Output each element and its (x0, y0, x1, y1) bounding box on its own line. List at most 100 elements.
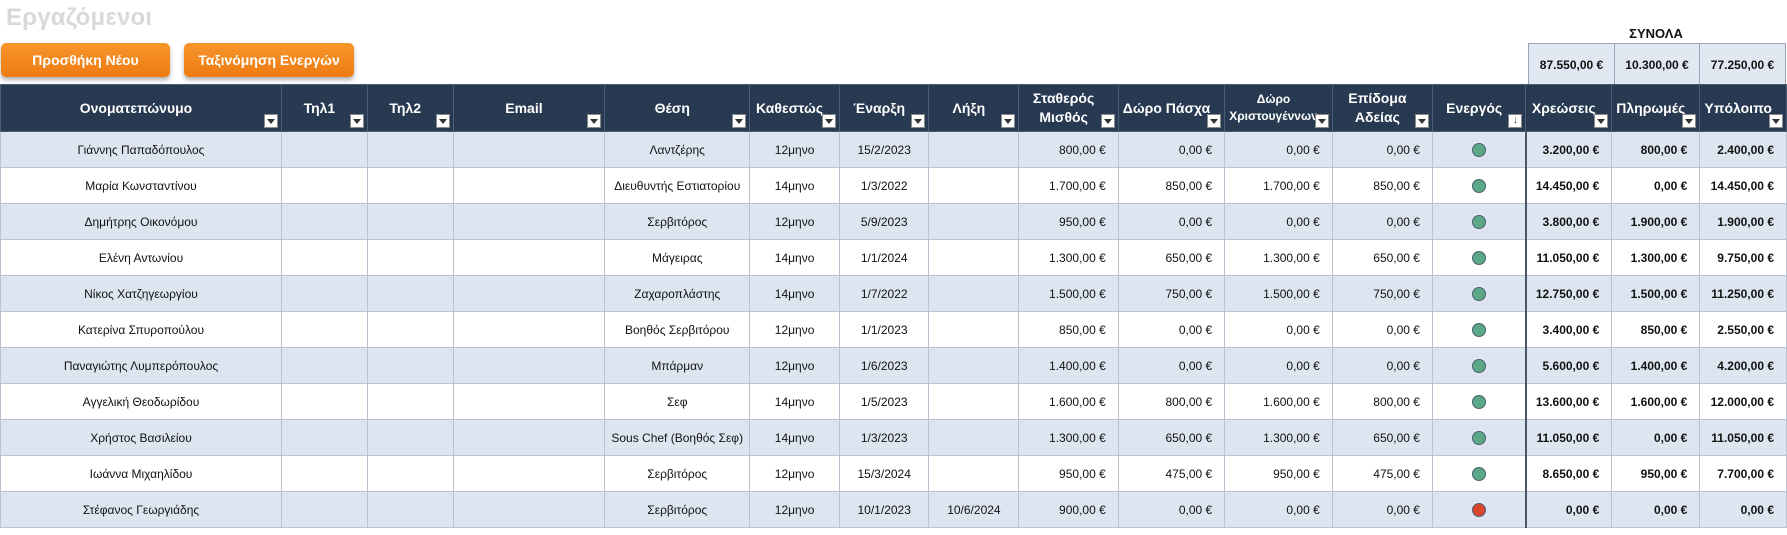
cell-leave[interactable]: 0,00 € (1331, 131, 1433, 168)
cell-balance[interactable]: 9.750,00 € (1699, 239, 1787, 276)
cell-position[interactable]: Σερβιτόρος (604, 203, 751, 240)
filter-dropdown-icon[interactable] (1769, 114, 1783, 128)
table-row[interactable]: Νίκος Χατζηγεωργίου Ζαχαροπλάστης 14μηνο 1/… (0, 275, 1787, 312)
table-row[interactable]: Δημήτρης Οικονόμου Σερβιτόρος 12μηνο 5/9/20… (0, 203, 1787, 240)
filter-dropdown-icon[interactable] (1100, 114, 1115, 128)
table-row[interactable]: Αγγελική Θεοδωρίδου Σεφ 14μηνο 1/5/2023 1.60… (0, 383, 1787, 420)
cell-status[interactable]: 12μηνο (749, 347, 841, 384)
cell-tel2[interactable] (366, 455, 454, 492)
cell-leave[interactable]: 0,00 € (1331, 347, 1433, 384)
cell-email[interactable] (452, 203, 606, 240)
cell-start[interactable]: 1/3/2022 (839, 167, 930, 204)
cell-status[interactable]: 14μηνο (749, 275, 841, 312)
cell-leave[interactable]: 750,00 € (1331, 275, 1433, 312)
cell-position[interactable]: Ζαχαροπλάστης (604, 275, 751, 312)
filter-dropdown-icon[interactable] (1314, 114, 1329, 128)
cell-easter[interactable]: 800,00 € (1117, 383, 1226, 420)
cell-xmas[interactable]: 1.300,00 € (1224, 419, 1333, 456)
cell-charges[interactable]: 3.200,00 € (1524, 131, 1613, 168)
filter-dropdown-icon[interactable] (1414, 114, 1429, 128)
cell-name[interactable]: Χρήστος Βασιλείου (0, 419, 282, 456)
cell-salary[interactable]: 1.300,00 € (1018, 239, 1119, 276)
cell-xmas[interactable]: 0,00 € (1224, 491, 1333, 528)
cell-tel2[interactable] (366, 131, 454, 168)
cell-xmas[interactable]: 0,00 € (1224, 203, 1333, 240)
cell-start[interactable]: 1/3/2023 (839, 419, 930, 456)
cell-start[interactable]: 1/5/2023 (839, 383, 930, 420)
cell-start[interactable]: 1/1/2023 (839, 311, 930, 348)
cell-email[interactable] (452, 275, 606, 312)
table-row[interactable]: Ιωάννα Μιχαηλίδου Σερβιτόρος 12μηνο 15/3/20… (0, 455, 1787, 492)
cell-leave[interactable]: 475,00 € (1331, 455, 1433, 492)
cell-payments[interactable]: 950,00 € (1611, 455, 1701, 492)
cell-name[interactable]: Στέφανος Γεωργιάδης (0, 491, 282, 528)
cell-balance[interactable]: 2.400,00 € (1699, 131, 1787, 168)
cell-salary[interactable]: 1.600,00 € (1018, 383, 1119, 420)
cell-start[interactable]: 1/1/2024 (839, 239, 930, 276)
cell-status[interactable]: 12μηνο (749, 455, 841, 492)
cell-active[interactable] (1431, 491, 1527, 528)
cell-tel1[interactable] (280, 347, 368, 384)
cell-xmas[interactable]: 0,00 € (1224, 131, 1333, 168)
cell-end[interactable] (928, 383, 1020, 420)
cell-tel2[interactable] (366, 383, 454, 420)
cell-active[interactable] (1431, 311, 1527, 348)
sort-descending-icon[interactable] (1508, 114, 1523, 128)
cell-email[interactable] (452, 131, 606, 168)
cell-end[interactable] (928, 455, 1020, 492)
cell-charges[interactable]: 11.050,00 € (1524, 419, 1613, 456)
cell-easter[interactable]: 0,00 € (1117, 311, 1226, 348)
cell-start[interactable]: 15/3/2024 (839, 455, 930, 492)
add-new-button[interactable]: Προσθήκη Νέου (1, 43, 170, 77)
cell-name[interactable]: Γιάννης Παπαδόπουλος (0, 131, 282, 168)
cell-easter[interactable]: 475,00 € (1117, 455, 1226, 492)
cell-xmas[interactable]: 1.600,00 € (1224, 383, 1333, 420)
cell-email[interactable] (452, 383, 606, 420)
cell-easter[interactable]: 0,00 € (1117, 203, 1226, 240)
cell-active[interactable] (1431, 275, 1527, 312)
cell-start[interactable]: 1/6/2023 (839, 347, 930, 384)
cell-charges[interactable]: 13.600,00 € (1524, 383, 1613, 420)
cell-tel2[interactable] (366, 167, 454, 204)
cell-start[interactable]: 5/9/2023 (839, 203, 930, 240)
filter-dropdown-icon[interactable] (1682, 114, 1697, 128)
cell-leave[interactable]: 650,00 € (1331, 239, 1433, 276)
cell-balance[interactable]: 4.200,00 € (1699, 347, 1787, 384)
table-row[interactable]: Ελένη Αντωνίου Μάγειρας 14μηνο 1/1/2024 1.30… (0, 239, 1787, 276)
cell-status[interactable]: 14μηνο (749, 383, 841, 420)
cell-xmas[interactable]: 1.500,00 € (1224, 275, 1333, 312)
cell-leave[interactable]: 0,00 € (1331, 491, 1433, 528)
filter-dropdown-icon[interactable] (1594, 114, 1609, 128)
table-row[interactable]: Μαρία Κωνσταντίνου Διευθυντής Εστιατορίου… (0, 167, 1787, 204)
cell-name[interactable]: Κατερίνα Σπυροπούλου (0, 311, 282, 348)
cell-easter[interactable]: 0,00 € (1117, 347, 1226, 384)
cell-name[interactable]: Παναγιώτης Λυμπερόπουλος (0, 347, 282, 384)
cell-salary[interactable]: 850,00 € (1018, 311, 1119, 348)
filter-dropdown-icon[interactable] (263, 114, 278, 128)
cell-salary[interactable]: 800,00 € (1018, 131, 1119, 168)
cell-active[interactable] (1431, 347, 1527, 384)
cell-tel1[interactable] (280, 167, 368, 204)
cell-payments[interactable]: 1.900,00 € (1611, 203, 1701, 240)
cell-position[interactable]: Λαντζέρης (604, 131, 751, 168)
cell-position[interactable]: Διευθυντής Εστιατορίου (604, 167, 751, 204)
cell-easter[interactable]: 650,00 € (1117, 419, 1226, 456)
filter-dropdown-icon[interactable] (349, 114, 364, 128)
cell-salary[interactable]: 950,00 € (1018, 203, 1119, 240)
cell-name[interactable]: Δημήτρης Οικονόμου (0, 203, 282, 240)
cell-salary[interactable]: 1.700,00 € (1018, 167, 1119, 204)
cell-start[interactable]: 1/7/2022 (839, 275, 930, 312)
cell-tel1[interactable] (280, 203, 368, 240)
cell-end[interactable]: 10/6/2024 (928, 491, 1020, 528)
cell-status[interactable]: 12μηνο (749, 131, 841, 168)
cell-easter[interactable]: 850,00 € (1117, 167, 1226, 204)
cell-email[interactable] (452, 311, 606, 348)
cell-salary[interactable]: 1.500,00 € (1018, 275, 1119, 312)
cell-balance[interactable]: 2.550,00 € (1699, 311, 1787, 348)
cell-status[interactable]: 12μηνο (749, 203, 841, 240)
cell-payments[interactable]: 1.300,00 € (1611, 239, 1701, 276)
cell-name[interactable]: Ελένη Αντωνίου (0, 239, 282, 276)
cell-end[interactable] (928, 419, 1020, 456)
cell-payments[interactable]: 0,00 € (1611, 419, 1701, 456)
cell-balance[interactable]: 11.250,00 € (1699, 275, 1787, 312)
